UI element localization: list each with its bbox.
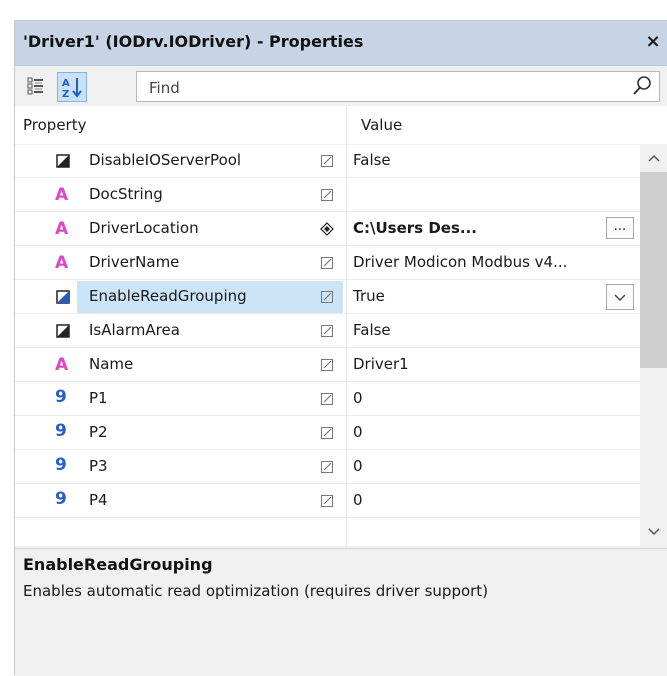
panel-title: 'Driver1' (IODrv.IODriver) - Properties [23, 32, 364, 51]
edit-indicator-icon [321, 155, 333, 167]
title-bar: 'Driver1' (IODrv.IODriver) - Properties … [15, 21, 667, 66]
property-name: DocString [89, 185, 163, 203]
string-icon: A [55, 253, 69, 273]
edit-indicator-icon [321, 189, 333, 201]
number-icon: 9 [55, 421, 67, 441]
properties-panel: 'Driver1' (IODrv.IODriver) - Properties … [14, 20, 667, 676]
property-value[interactable]: True [353, 280, 603, 313]
find-box [136, 71, 660, 103]
number-icon: 9 [55, 489, 67, 509]
property-value[interactable]: False [353, 314, 603, 347]
edit-indicator-icon [321, 495, 333, 507]
property-row[interactable]: 9 P3 0 [15, 450, 640, 484]
edit-indicator-icon [321, 291, 333, 303]
scrollbar-thumb[interactable] [640, 172, 667, 368]
property-value[interactable]: 0 [353, 484, 603, 517]
edit-indicator-icon [321, 325, 333, 337]
property-name: P2 [89, 423, 108, 441]
property-value[interactable] [353, 178, 603, 211]
string-icon: A [55, 219, 69, 239]
property-rows: DisableIOServerPool False A DocString A Drive… [15, 144, 640, 546]
number-icon: 9 [55, 455, 67, 475]
toolbar: A Z [15, 66, 667, 106]
number-icon: 9 [55, 387, 67, 407]
boolean-icon [56, 154, 70, 168]
property-row[interactable]: A DriverName Driver Modicon Modbus v4... [15, 246, 640, 280]
property-name: P4 [89, 491, 108, 509]
modified-indicator-icon [320, 222, 334, 236]
svg-text:Z: Z [62, 89, 69, 100]
property-row[interactable]: 9 P2 0 [15, 416, 640, 450]
property-value[interactable]: 0 [353, 416, 603, 449]
svg-text:A: A [62, 78, 70, 89]
edit-indicator-icon [321, 427, 333, 439]
property-row[interactable]: A DocString [15, 178, 640, 212]
property-value[interactable]: False [353, 144, 603, 177]
property-column-header[interactable]: Property [23, 106, 86, 144]
edit-indicator-icon [321, 359, 333, 371]
grid-header: Property Value [15, 106, 667, 145]
property-row[interactable]: DisableIOServerPool False [15, 144, 640, 178]
browse-button[interactable]: ... [606, 217, 634, 239]
property-name: P1 [89, 389, 108, 407]
alphabetical-sort-button[interactable]: A Z [57, 72, 87, 102]
boolean-icon [56, 290, 70, 304]
property-name: Name [89, 355, 134, 373]
property-name: DriverLocation [89, 219, 199, 237]
categorized-view-icon [27, 77, 43, 95]
scroll-down-button[interactable] [640, 518, 667, 546]
property-value[interactable]: Driver Modicon Modbus v4... [353, 246, 603, 279]
alphabetical-sort-icon: A Z [62, 78, 82, 100]
property-value[interactable]: C:\Users Des... [353, 212, 603, 245]
property-grid: Property Value DisableIOServerPool False A… [15, 106, 667, 546]
close-button[interactable]: × [642, 30, 664, 54]
value-column-header[interactable]: Value [356, 106, 402, 144]
chevron-up-icon [648, 154, 660, 162]
property-value[interactable]: 0 [353, 382, 603, 415]
edit-indicator-icon [321, 393, 333, 405]
categorized-view-button[interactable] [22, 72, 52, 102]
property-name: DriverName [89, 253, 180, 271]
property-row[interactable]: 9 P4 0 [15, 484, 640, 518]
chevron-down-icon [614, 294, 626, 301]
property-name: IsAlarmArea [89, 321, 180, 339]
property-row[interactable]: IsAlarmArea False [15, 314, 640, 348]
property-value[interactable]: Driver1 [353, 348, 603, 381]
property-row[interactable]: EnableReadGrouping True [15, 280, 640, 314]
scroll-up-button[interactable] [640, 144, 667, 172]
property-row[interactable]: A DriverLocation C:\Users Des...... [15, 212, 640, 246]
edit-indicator-icon [321, 257, 333, 269]
description-pane: EnableReadGrouping Enables automatic rea… [15, 548, 667, 676]
property-value[interactable]: 0 [353, 450, 603, 483]
property-row[interactable]: 9 P1 0 [15, 382, 640, 416]
boolean-icon [56, 324, 70, 338]
description-title: EnableReadGrouping [23, 555, 213, 574]
property-row[interactable]: A Name Driver1 [15, 348, 640, 382]
property-name: P3 [89, 457, 108, 475]
search-icon[interactable] [631, 75, 653, 97]
chevron-down-icon [648, 528, 660, 536]
property-name: EnableReadGrouping [89, 287, 247, 305]
description-text: Enables automatic read optimization (req… [23, 582, 489, 600]
string-icon: A [55, 185, 69, 205]
find-input[interactable] [137, 72, 631, 103]
dropdown-button[interactable] [606, 284, 634, 310]
string-icon: A [55, 355, 69, 375]
edit-indicator-icon [321, 461, 333, 473]
property-name: DisableIOServerPool [89, 151, 242, 169]
vertical-scrollbar[interactable] [640, 144, 667, 546]
